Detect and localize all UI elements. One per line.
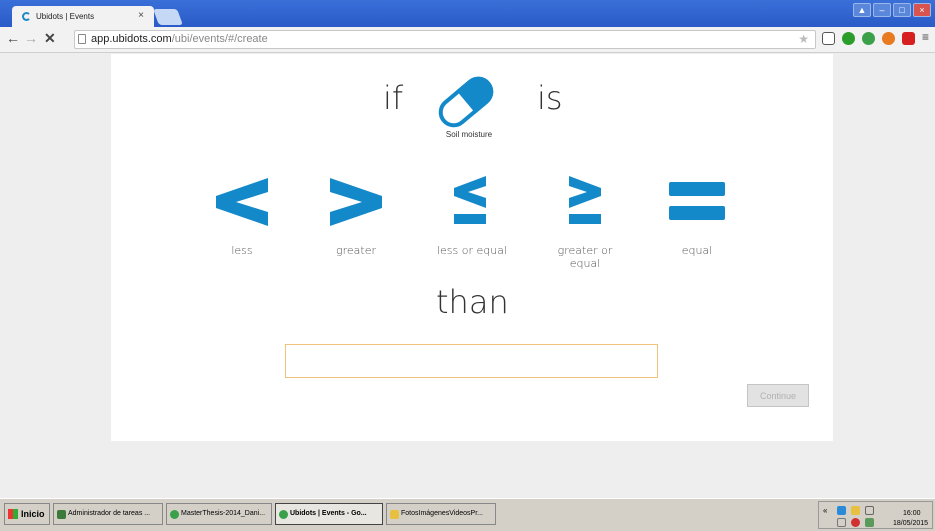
taskbar-item-label: MasterThesis-2014_Dani... (181, 510, 266, 517)
taskbar-item-ubidots[interactable]: Ubidots | Events - Go... (275, 503, 383, 525)
threshold-value-input[interactable] (285, 344, 658, 378)
browser-titlebar: Ubidots | Events × ▲ – □ × (0, 0, 935, 27)
extension-fire-icon[interactable] (882, 32, 895, 45)
security-icon[interactable] (851, 518, 860, 527)
operator-label: less (231, 244, 253, 257)
operator-label: equal (681, 244, 713, 257)
url-host: app.ubidots.com (91, 33, 172, 45)
browser-toolbar: ← → ✕ app.ubidots.com/ubi/events/#/creat… (0, 27, 935, 53)
if-word: if (383, 79, 404, 117)
address-bar[interactable]: app.ubidots.com/ubi/events/#/create ★ (74, 30, 816, 49)
back-icon[interactable]: ← (6, 30, 20, 46)
url-path: /ubi/events/#/create (171, 33, 268, 45)
continue-button[interactable]: Continue (747, 384, 809, 407)
extension-green-icon[interactable] (842, 32, 855, 45)
operator-label: greater or equal (557, 244, 613, 270)
ubidots-favicon-icon (22, 12, 31, 21)
chrome-icon (170, 510, 179, 519)
than-word: than (436, 283, 509, 321)
forward-icon[interactable]: → (24, 30, 38, 46)
stop-icon[interactable]: ✕ (44, 30, 56, 47)
tab-close-icon[interactable]: × (138, 10, 144, 21)
operator-label: less or equal (436, 244, 508, 257)
maximize-icon[interactable]: □ (893, 3, 911, 17)
extension-red-icon[interactable] (902, 32, 915, 45)
operator-label: greater (336, 244, 376, 257)
operator-greater[interactable]: greater (316, 174, 396, 257)
soil-moisture-icon[interactable] (433, 69, 499, 135)
page-content: if Soil moisture is less greater less or… (0, 54, 935, 498)
tray-expand-icon[interactable]: « (823, 506, 832, 515)
new-tab-button[interactable] (153, 9, 183, 25)
chrome-icon (279, 510, 288, 519)
operator-equal[interactable]: equal (657, 174, 737, 257)
operator-less[interactable]: less (202, 174, 282, 257)
sensor-label: Soil moisture (445, 130, 493, 139)
taskbar-item-label: FotosImágenesVideosPr... (401, 510, 483, 517)
network-icon[interactable] (865, 506, 874, 515)
drive-icon[interactable] (837, 506, 846, 515)
window-controls: ▲ – □ × (853, 3, 931, 17)
minimize-icon[interactable]: – (873, 3, 891, 17)
clock-time: 16:00 (903, 510, 921, 517)
tray-folder-icon[interactable] (851, 506, 860, 515)
clock-date: 18/05/2015 (893, 520, 929, 527)
windows-logo-icon (8, 509, 18, 519)
taskbar-item-label: Administrador de tareas ... (68, 510, 151, 517)
cast-icon[interactable] (822, 32, 835, 45)
page-icon (78, 34, 86, 44)
folder-icon (390, 510, 399, 519)
menu-icon[interactable]: ≡ (922, 30, 929, 44)
taskbar-item-label: Ubidots | Events - Go... (290, 510, 367, 517)
greater-or-equal-icon (569, 176, 601, 224)
event-card: if Soil moisture is less greater less or… (111, 54, 833, 441)
operator-greater-or-equal[interactable]: greater or equal (545, 174, 625, 270)
taskbar-item-fotos[interactable]: FotosImágenesVideosPr... (386, 503, 496, 525)
task-manager-icon (57, 510, 66, 519)
less-than-icon (216, 178, 268, 226)
taskbar-item-task-manager[interactable]: Administrador de tareas ... (53, 503, 163, 525)
less-or-equal-icon (454, 176, 486, 224)
browser-tab[interactable]: Ubidots | Events × (12, 6, 154, 27)
user-icon[interactable]: ▲ (853, 3, 871, 17)
is-word: is (537, 79, 563, 117)
start-label: Inicio (21, 509, 45, 519)
bookmark-star-icon[interactable]: ★ (798, 32, 809, 46)
extension-chrome-icon[interactable] (862, 32, 875, 45)
taskbar-item-master-thesis[interactable]: MasterThesis-2014_Dani... (166, 503, 272, 525)
windows-taskbar: Inicio Administrador de tareas ... Maste… (0, 498, 935, 531)
tab-title: Ubidots | Events (36, 12, 95, 21)
volume-icon[interactable] (865, 518, 874, 527)
greater-than-icon (330, 178, 382, 226)
close-window-icon[interactable]: × (913, 3, 931, 17)
start-button[interactable]: Inicio (4, 503, 50, 525)
equal-icon (669, 182, 725, 220)
monitor-icon[interactable] (837, 518, 846, 527)
operator-less-or-equal[interactable]: less or equal (432, 174, 512, 257)
system-tray: « 16:00 18/05/2015 (818, 501, 933, 529)
